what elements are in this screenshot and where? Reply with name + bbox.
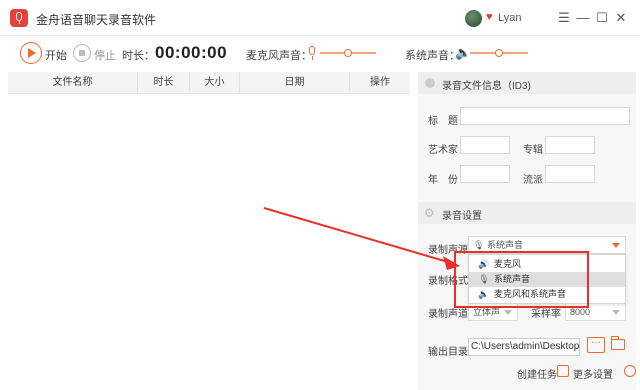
annotation-arrow: [263, 207, 460, 270]
